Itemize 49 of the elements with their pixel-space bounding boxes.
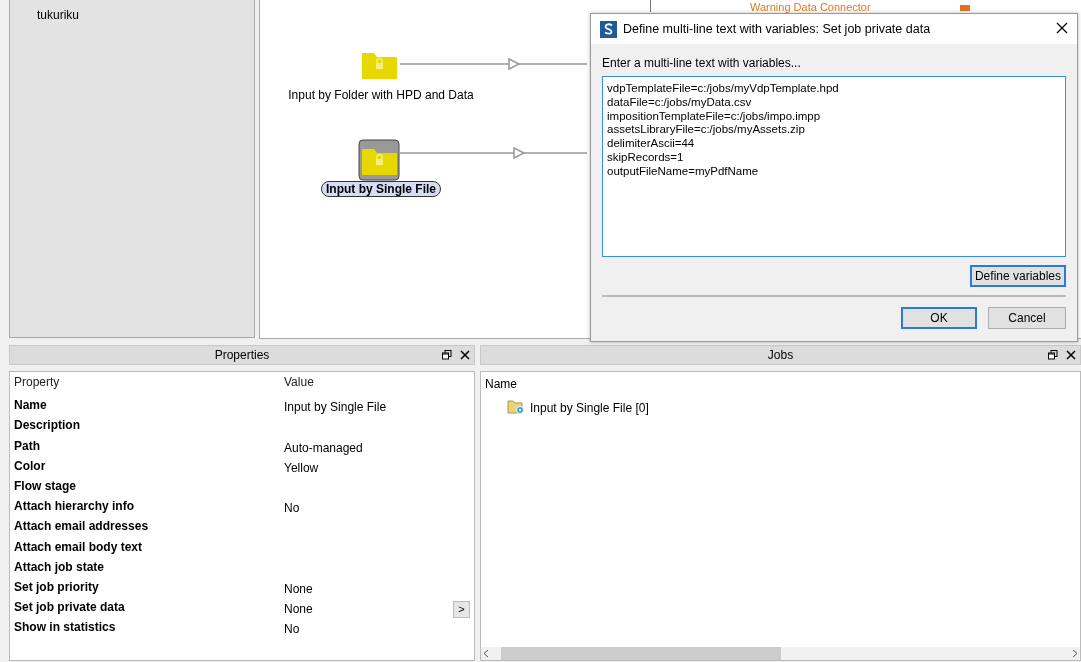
property-name: Set job priority <box>14 579 99 594</box>
panel-title: Jobs <box>767 348 794 362</box>
property-name: Flow stage <box>14 479 76 494</box>
panel-title: Properties <box>214 348 270 362</box>
column-header: Name <box>485 377 517 391</box>
job-item[interactable]: Input by Single File [0] <box>530 401 649 415</box>
horizontal-scrollbar[interactable] <box>481 647 1080 660</box>
cancel-button[interactable]: Cancel <box>988 307 1066 329</box>
column-header: Value <box>284 375 314 389</box>
node-label[interactable]: Input by Folder with HPD and Data <box>288 88 474 102</box>
property-name: Color <box>14 458 46 473</box>
property-name: Attach email body text <box>14 539 143 554</box>
property-name: Attach job state <box>14 559 104 574</box>
scrollbar-thumb[interactable] <box>501 647 781 660</box>
scroll-right-icon[interactable] <box>1071 649 1078 658</box>
warning-icon <box>960 5 970 11</box>
ok-button[interactable]: OK <box>901 307 977 329</box>
property-name: Name <box>14 398 47 413</box>
folder-gear-icon <box>507 398 525 415</box>
property-value[interactable]: None <box>284 602 313 617</box>
close-icon[interactable] <box>1056 21 1068 34</box>
close-icon[interactable] <box>460 350 470 360</box>
property-name: Path <box>14 438 40 453</box>
property-value[interactable]: Yellow <box>284 460 319 475</box>
define-variables-button[interactable]: Define variables <box>969 265 1066 287</box>
restore-icon[interactable] <box>442 350 452 360</box>
prompt-label: Enter a multi-line text with variables... <box>602 56 802 70</box>
property-name: Attach hierarchy info <box>14 499 135 514</box>
property-name: Set job private data <box>14 600 125 615</box>
scroll-left-icon[interactable] <box>483 649 490 658</box>
property-value[interactable]: Input by Single File <box>284 400 387 415</box>
folder-icon[interactable] <box>358 139 400 181</box>
property-value[interactable]: No <box>284 622 300 637</box>
property-value[interactable]: No <box>284 501 300 516</box>
node-label[interactable]: Input by Single File <box>321 181 441 197</box>
property-name: Show in statistics <box>14 620 116 635</box>
app-logo-icon <box>600 20 617 38</box>
property-name: Description <box>14 418 80 433</box>
restore-icon[interactable] <box>1048 350 1058 360</box>
node-label: Warning Data Connector <box>750 1 871 13</box>
column-header: Property <box>14 375 60 389</box>
dialog-title: Define multi-line text with variables: Set job private data <box>623 22 932 36</box>
edit-button[interactable]: > <box>453 600 470 618</box>
close-icon[interactable] <box>1066 350 1076 360</box>
property-value[interactable]: None <box>284 581 313 596</box>
text-area[interactable]: vdpTemplateFile=c:/jobs/myVdpTemplate.hpd dataFile=c:/jobs/myData.csv impositionTemplateFile=c:/jobs/impo.impp assetsLibraryFile=c:/jobs/myAssets.zip delimiterAscii=44 skipRecords=1 outputFileName=myPdfName <box>602 76 1066 257</box>
property-value[interactable]: Auto-managed <box>284 440 363 455</box>
sidebar-item[interactable]: tukuriku <box>37 8 80 22</box>
property-name: Attach email addresses <box>14 519 149 534</box>
